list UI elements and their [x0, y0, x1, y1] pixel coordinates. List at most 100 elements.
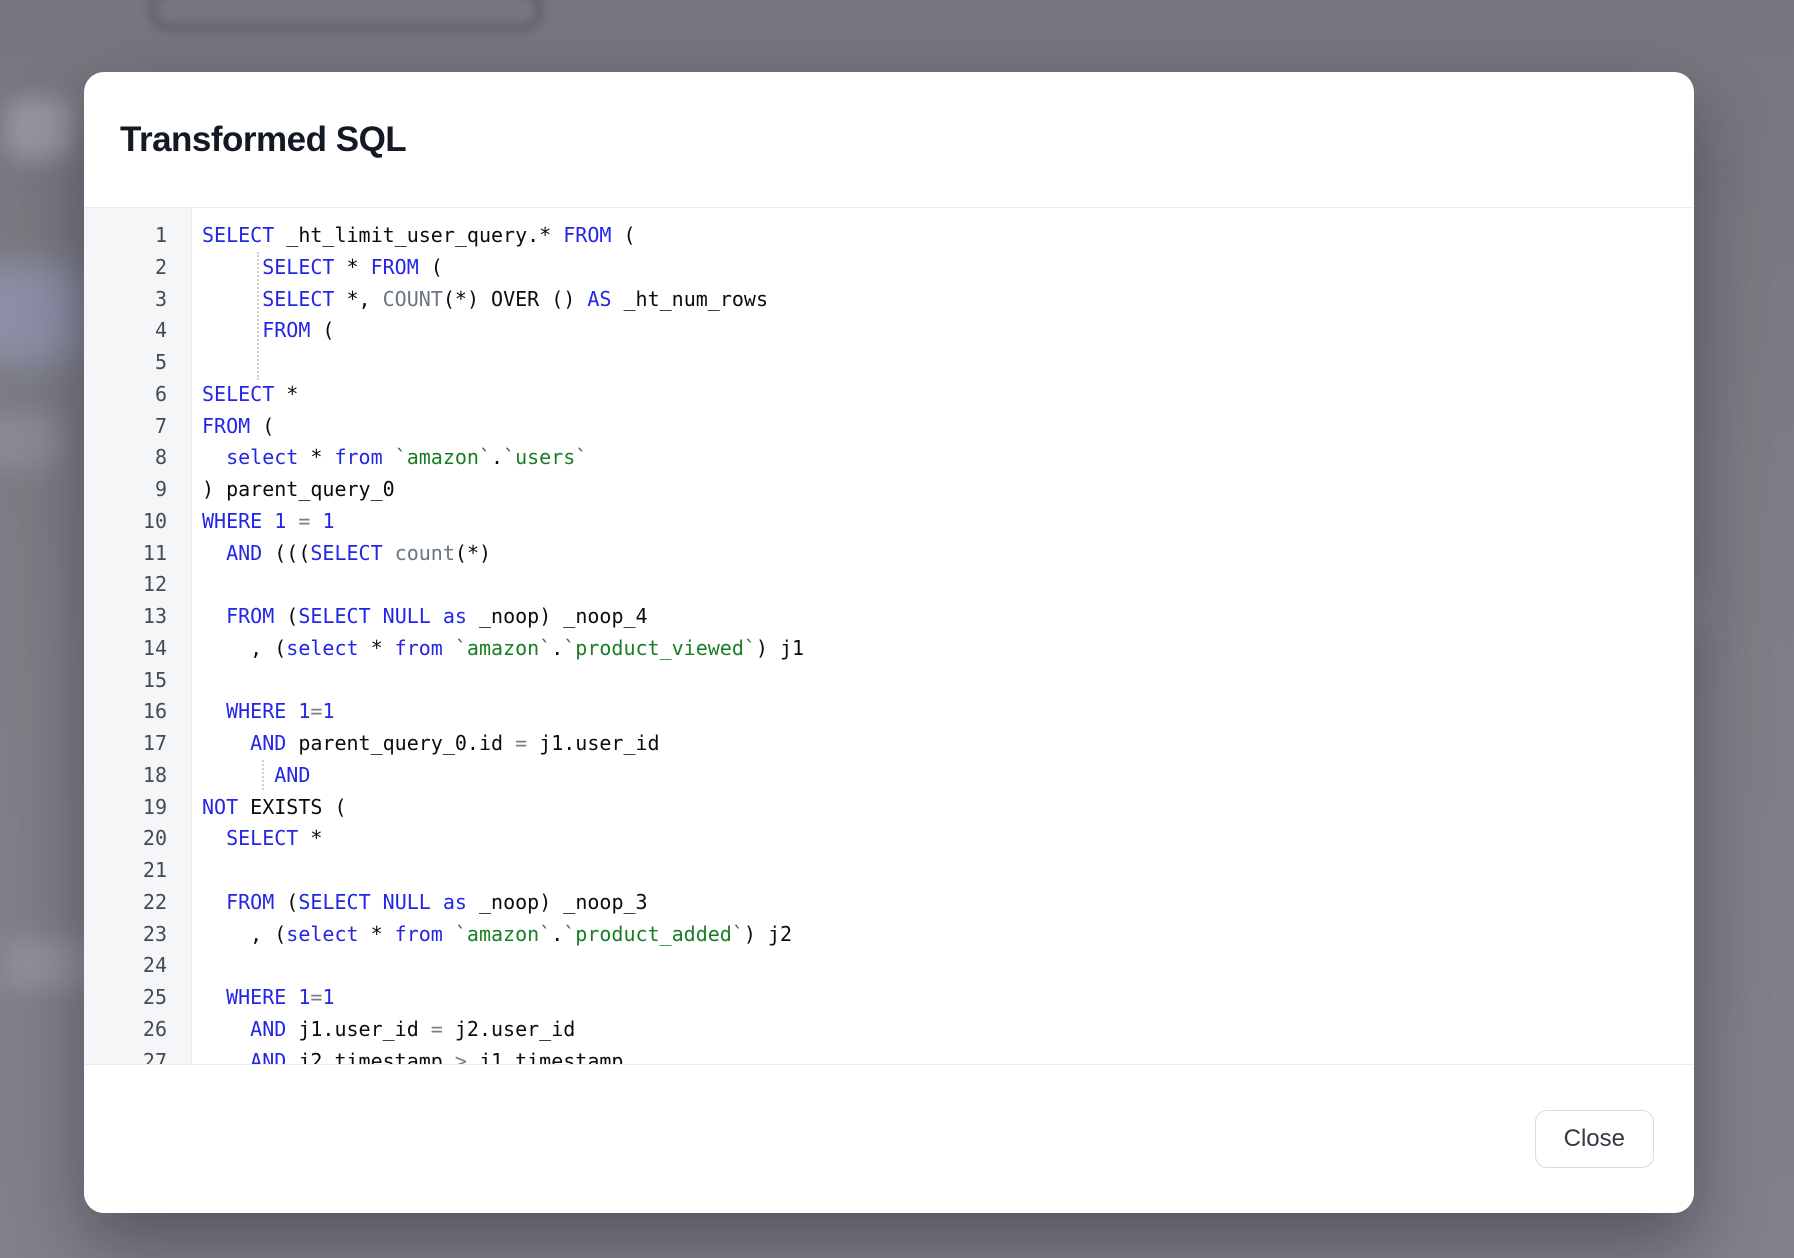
- line-number: 22: [84, 887, 167, 919]
- sql-token-kw: from: [334, 445, 382, 469]
- sql-token-pl: EXISTS (: [238, 795, 346, 819]
- line-number-gutter: 1234567891011121314151617181920212223242…: [84, 208, 192, 1064]
- sql-token-op: =: [310, 985, 322, 1009]
- sql-token-num: 1: [298, 699, 310, 723]
- sql-token-pl: [443, 636, 455, 660]
- sql-token-pl: [371, 604, 383, 628]
- close-button[interactable]: Close: [1535, 1110, 1654, 1168]
- sql-code-line: AND j2.timestamp > j1.timestamp: [202, 1046, 1694, 1065]
- sql-token-pl: [202, 287, 262, 311]
- sql-code-line: , (select * from `amazon`.`product_viewe…: [202, 633, 1694, 665]
- sql-token-pl: [310, 509, 322, 533]
- sql-code-line: FROM (: [202, 315, 1694, 347]
- sql-token-pl: (: [419, 255, 443, 279]
- sql-code-line: AND parent_query_0.id = j1.user_id: [202, 728, 1694, 760]
- sql-token-pl: (: [250, 414, 274, 438]
- background-blur-shape: [0, 263, 82, 365]
- sql-token-num: 1: [322, 509, 334, 533]
- sql-token-kw: from: [395, 636, 443, 660]
- line-number: 2: [84, 252, 167, 284]
- sql-token-num: 1: [322, 699, 334, 723]
- sql-token-pl: [202, 445, 226, 469]
- sql-token-pl: *: [298, 826, 322, 850]
- sql-token-op: =: [431, 1017, 443, 1041]
- sql-token-pl: [443, 922, 455, 946]
- sql-token-kw: AND: [226, 541, 262, 565]
- sql-token-pl: j1.user_id: [286, 1017, 431, 1041]
- sql-token-pl: _ht_num_rows: [611, 287, 768, 311]
- line-number: 6: [84, 379, 167, 411]
- sql-token-kw: SELECT: [262, 287, 334, 311]
- sql-code-line: [202, 569, 1694, 601]
- sql-token-kw: WHERE: [202, 509, 262, 533]
- sql-token-pl: [202, 890, 226, 914]
- sql-token-pl: [202, 731, 250, 755]
- sql-token-pl: , (: [202, 636, 286, 660]
- sql-token-pl: _noop) _noop_4: [467, 604, 648, 628]
- sql-token-str: `product_viewed`: [563, 636, 756, 660]
- sql-token-pl: [383, 445, 395, 469]
- sql-code-line: [202, 950, 1694, 982]
- line-number: 17: [84, 728, 167, 760]
- sql-token-num: 1: [298, 985, 310, 1009]
- sql-token-pl: [202, 255, 262, 279]
- sql-token-pl: [286, 509, 298, 533]
- sql-token-kw: SELECT: [262, 255, 334, 279]
- sql-token-kw: WHERE: [226, 699, 286, 723]
- sql-token-op: >: [455, 1049, 467, 1065]
- sql-token-kw: as: [443, 890, 467, 914]
- line-number: 26: [84, 1014, 167, 1046]
- sql-code-line: SELECT _ht_limit_user_query.* FROM (: [202, 220, 1694, 252]
- sql-code-line: [202, 347, 1694, 379]
- sql-code-viewer[interactable]: 1234567891011121314151617181920212223242…: [84, 208, 1694, 1064]
- line-number: 20: [84, 823, 167, 855]
- background-blur-shape: [6, 98, 72, 160]
- sql-token-pl: [383, 541, 395, 565]
- sql-token-num: 1: [322, 985, 334, 1009]
- sql-token-pl: j1.user_id: [527, 731, 659, 755]
- sql-code-line: [202, 855, 1694, 887]
- sql-token-kw: FROM: [371, 255, 419, 279]
- sql-token-pl: *,: [334, 287, 382, 311]
- sql-token-pl: [286, 699, 298, 723]
- line-number: 21: [84, 855, 167, 887]
- sql-code-line: , (select * from `amazon`.`product_added…: [202, 919, 1694, 951]
- line-number: 10: [84, 506, 167, 538]
- sql-token-pl: .: [491, 445, 503, 469]
- sql-code-line: select * from `amazon`.`users`: [202, 442, 1694, 474]
- sql-token-str: `amazon`: [395, 445, 491, 469]
- sql-token-str: `amazon`: [455, 922, 551, 946]
- sql-token-pl: [202, 1017, 250, 1041]
- line-number: 12: [84, 569, 167, 601]
- sql-code-content: SELECT _ht_limit_user_query.* FROM ( SEL…: [192, 208, 1694, 1064]
- sql-token-pl: (: [274, 604, 298, 628]
- line-number: 18: [84, 760, 167, 792]
- sql-token-str: `product_added`: [563, 922, 744, 946]
- sql-token-kw: SELECT: [226, 826, 298, 850]
- sql-code-line: [202, 665, 1694, 697]
- line-number: 1: [84, 220, 167, 252]
- line-number: 11: [84, 538, 167, 570]
- sql-token-pl: (: [611, 223, 635, 247]
- sql-token-pl: (((: [262, 541, 310, 565]
- sql-token-op: =: [515, 731, 527, 755]
- sql-token-pl: *: [334, 255, 370, 279]
- sql-token-pl: [202, 699, 226, 723]
- sql-code-line: AND j1.user_id = j2.user_id: [202, 1014, 1694, 1046]
- sql-token-pl: [202, 826, 226, 850]
- sql-code-line: ) parent_query_0: [202, 474, 1694, 506]
- sql-token-pl: j2.user_id: [443, 1017, 575, 1041]
- sql-token-kw: SELECT: [310, 541, 382, 565]
- sql-token-pl: parent_query_0.id: [286, 731, 515, 755]
- line-number: 3: [84, 284, 167, 316]
- line-number: 27: [84, 1046, 167, 1065]
- sql-token-fn: count: [395, 541, 455, 565]
- line-number: 24: [84, 950, 167, 982]
- sql-code-line: FROM (SELECT NULL as _noop) _noop_3: [202, 887, 1694, 919]
- sql-token-kw: SELECT: [298, 604, 370, 628]
- sql-token-pl: [202, 541, 226, 565]
- sql-token-kw: SELECT: [298, 890, 370, 914]
- sql-token-kw: WHERE: [226, 985, 286, 1009]
- line-number: 14: [84, 633, 167, 665]
- line-number: 15: [84, 665, 167, 697]
